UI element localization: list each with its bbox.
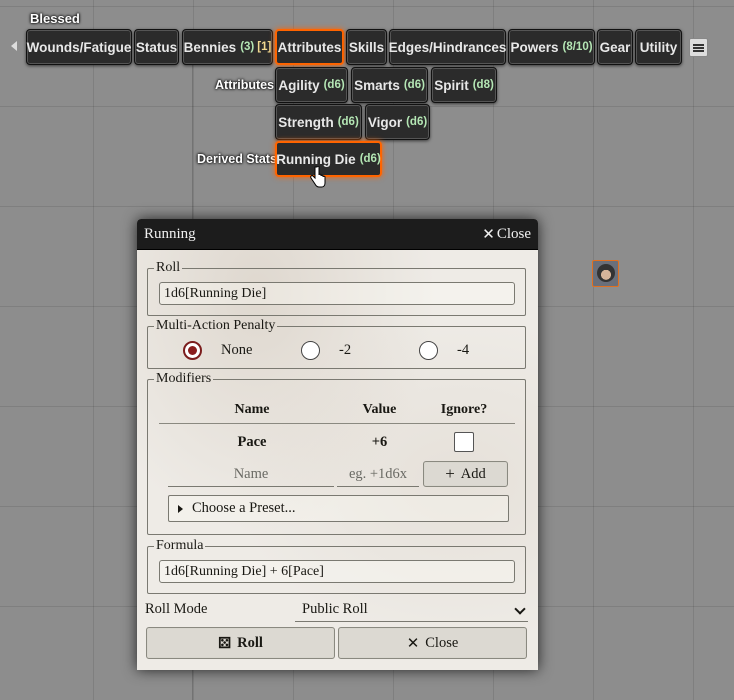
caret-right-icon [178, 504, 183, 513]
tab-label: Edges/Hindrances [388, 39, 507, 55]
actor-name: Blessed [30, 11, 80, 26]
close-icon: ✕ [406, 635, 420, 652]
attribute-vigor-button[interactable]: Vigor (d6) [365, 104, 430, 140]
close-button-label: Close [425, 634, 459, 651]
multi-action-penalty-fieldset: Multi-Action Penalty [147, 318, 526, 369]
map-label-none: None [221, 342, 253, 358]
roll-dialog: Running ✕ Close Roll 1d6[Running Die] Mu… [137, 219, 538, 670]
modifiers-header-value: Value [362, 402, 397, 417]
close-icon: ✕ [482, 226, 495, 243]
plus-icon: + [445, 464, 455, 483]
powers-count: (8/10) [562, 41, 593, 53]
tab-label: Gear [599, 39, 631, 55]
tab-label: Skills [348, 39, 385, 55]
multi-action-penalty-legend: Multi-Action Penalty [156, 318, 276, 333]
map-radio-none[interactable] [183, 341, 202, 360]
add-modifier-label: Add [460, 465, 486, 482]
close-button[interactable]: ✕ Close [338, 627, 527, 659]
hand-cursor-icon [310, 166, 326, 188]
attribute-label: Strength [278, 114, 334, 130]
attribute-smarts-button[interactable]: Smarts (d6) [351, 67, 428, 103]
dice-icon: ⚄ [218, 635, 232, 652]
new-modifier-name-input[interactable]: Name [168, 463, 334, 487]
actor-token[interactable] [592, 260, 619, 287]
map-label-minus-2: -2 [339, 342, 352, 358]
tab-wounds-fatigue[interactable]: Wounds/Fatigue [26, 29, 132, 65]
tab-powers[interactable]: Powers (8/10) [508, 29, 595, 65]
dialog-header[interactable]: Running ✕ Close [137, 219, 538, 250]
tab-label: Wounds/Fatigue [26, 39, 132, 55]
bennies-extra: [1] [257, 41, 272, 53]
attribute-label: Agility [278, 77, 320, 93]
formula-legend: Formula [156, 538, 204, 553]
bennies-count: (3) [240, 41, 255, 53]
derived-label: Running Die [276, 151, 356, 167]
roll-mode-value: Public Roll [302, 601, 368, 617]
tab-utility[interactable]: Utility [635, 29, 682, 65]
attribute-spirit-button[interactable]: Spirit (d8) [431, 67, 497, 103]
modifier-ignore-checkbox[interactable] [454, 432, 474, 452]
attribute-agility-button[interactable]: Agility (d6) [275, 67, 348, 103]
modifiers-header-name: Name [234, 402, 270, 417]
collapse-hud-arrow-icon[interactable] [11, 41, 17, 51]
modifiers-divider [159, 423, 515, 424]
tab-attributes[interactable]: Attributes [275, 29, 344, 65]
tab-label: Attributes [277, 39, 342, 55]
new-modifier-value-input[interactable]: eg. +1d6x [337, 463, 419, 487]
roll-formula-input[interactable]: 1d6[Running Die] [159, 282, 515, 305]
roll-button-label: Roll [237, 634, 263, 651]
tab-label: Status [135, 39, 178, 55]
roll-legend: Roll [156, 260, 181, 275]
modifier-row-name: Pace [237, 434, 267, 450]
map-radio-minus-2[interactable] [301, 341, 320, 360]
attribute-die: (d6) [323, 79, 345, 91]
attribute-die: (d6) [337, 116, 359, 128]
attribute-label: Smarts [354, 77, 400, 93]
roll-button[interactable]: ⚄ Roll [146, 627, 335, 659]
attributes-row-label: Attributes [215, 78, 275, 92]
tab-skills[interactable]: Skills [346, 29, 387, 65]
map-radio-minus-4[interactable] [419, 341, 438, 360]
dialog-close-button[interactable]: ✕ Close [482, 225, 531, 244]
dialog-title: Running [144, 225, 196, 242]
choose-preset-label: Choose a Preset... [192, 500, 296, 516]
attribute-label: Spirit [434, 77, 469, 93]
token-portrait-icon [597, 264, 615, 282]
menu-icon [693, 43, 704, 52]
derived-die: (d6) [359, 153, 381, 165]
attribute-die: (d6) [403, 79, 425, 91]
attribute-die: (d8) [472, 79, 494, 91]
tab-label: Powers [510, 39, 559, 55]
modifier-row-value: +6 [371, 434, 388, 450]
hud-menu-button[interactable] [689, 38, 708, 57]
derived-running-die-button[interactable]: Running Die (d6) [275, 141, 382, 177]
roll-mode-select[interactable]: Public Roll [295, 598, 528, 622]
dialog-close-label: Close [496, 225, 531, 242]
derived-stats-row-label: Derived Stats [197, 152, 277, 166]
modifiers-legend: Modifiers [156, 371, 212, 386]
add-modifier-button[interactable]: + Add [423, 461, 508, 487]
roll-mode-label: Roll Mode [145, 601, 208, 617]
tab-label: Utility [639, 39, 678, 55]
modifiers-header-ignore: Ignore? [440, 402, 488, 417]
attribute-label: Vigor [367, 114, 403, 130]
choose-preset-toggle[interactable]: Choose a Preset... [168, 495, 509, 522]
tab-label: Bennies [183, 39, 237, 55]
map-label-minus-4: -4 [457, 342, 470, 358]
tab-bennies[interactable]: Bennies (3) [1] [182, 29, 273, 65]
tab-gear[interactable]: Gear [597, 29, 633, 65]
attribute-die: (d6) [406, 116, 428, 128]
attribute-strength-button[interactable]: Strength (d6) [275, 104, 362, 140]
chevron-down-icon [514, 603, 526, 615]
formula-input[interactable]: 1d6[Running Die] + 6[Pace] [159, 560, 515, 583]
tab-status[interactable]: Status [134, 29, 179, 65]
tab-edges-hindrances[interactable]: Edges/Hindrances [389, 29, 506, 65]
